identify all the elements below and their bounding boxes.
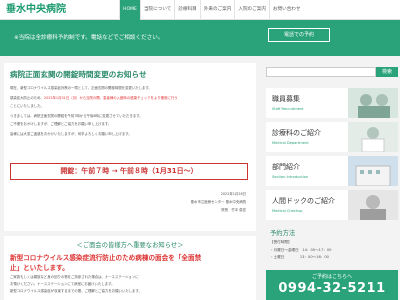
phone-reservation-button[interactable]: 電話での予約 <box>268 28 330 42</box>
nav-contact[interactable]: お問い合わせ <box>268 0 304 20</box>
notice-line: 感染拡大防止のため、2022年1月31日（月）から当院の開、患者様の入館時の健康… <box>10 96 178 100</box>
banner-text: ※当院は全診療科予約制です。電話などでご相談ください。 <box>14 35 164 41</box>
card-title: 診療科のご紹介 <box>272 129 321 137</box>
notice-title: 病院正面玄関の開錠時間変更のお知らせ <box>10 70 147 79</box>
reservation-line: ・土曜日 13：00～16：00 <box>270 255 329 259</box>
phone-number: 0994-32-5211 <box>278 281 386 296</box>
notice-date: 2022年1月28日 <box>220 192 246 196</box>
checkup-photo-icon <box>348 190 398 220</box>
visitor-headline: 新型コロナウイルス感染症流行防止のため病棟の面会を「全面禁 <box>10 254 202 262</box>
sidebar-card-departments[interactable]: 診療科のご紹介 Medical Department <box>266 122 398 152</box>
nav-outpatient[interactable]: 外来のご案内 <box>199 0 235 20</box>
visitor-headline-2: 止」といたします。 <box>10 264 69 272</box>
nav-inpatient[interactable]: 入院のご案内 <box>234 0 269 20</box>
site-logo[interactable]: 垂水中央病院 <box>6 3 66 17</box>
card-subtitle: Section Introduction <box>272 175 309 179</box>
sidebar-card-checkup[interactable]: 人間ドックのご紹介 Medical Checkup <box>266 190 398 220</box>
visitor-notice-title: ＜ご面会の皆様方へ重要なお知らせ＞ <box>76 242 184 249</box>
card-subtitle: Medical Checkup <box>272 209 303 213</box>
main-nav: HOME 当院について 診療科目 外来のご案内 入院のご案内 お問い合わせ <box>119 0 304 20</box>
reservation-line: ・月曜日～金曜日 14：00～17：00 <box>270 248 332 252</box>
card-subtitle: Staff Recruitment <box>272 107 304 111</box>
building-photo-icon <box>348 156 398 186</box>
reservation-title: 予約方法 <box>270 230 296 237</box>
notice-signature: 院長 竹中 俊宏 <box>221 208 246 212</box>
visitor-line: 新型コロナウイルス感染症が収束するまでの間、ご理解とご協力をお願いいたします。 <box>10 289 142 293</box>
staff-photo-icon <box>348 88 398 118</box>
notice-line: ご不便をおかけしますが、ご理解とご協力をお願い申し上げます。 <box>10 122 112 126</box>
notice-line: つきましては、病院正面玄関の開錠を午前7時から午後8時に変更させていただきます。 <box>10 114 143 118</box>
nav-about[interactable]: 当院について <box>139 0 174 20</box>
reservation-banner: ※当院は全診療科予約制です。電話などでご相談ください。 電話での予約 <box>0 20 400 56</box>
search-button[interactable]: 検索 <box>376 67 398 77</box>
phone-label: ご予約はこちらへ <box>311 274 352 280</box>
visitor-line: お預けください。ナースステーションにて病室にお届けいたします。 <box>10 282 115 286</box>
card-title: 職員募集 <box>272 95 300 103</box>
card-title: 人間ドックのご紹介 <box>272 197 335 205</box>
search-input[interactable] <box>266 67 376 77</box>
notice-panel: 病院正面玄関の開錠時間変更のお知らせ 現在、新型コロナウイルス感染症対策の一環と… <box>4 63 256 231</box>
notice-line: ことにいたしました。 <box>10 104 44 108</box>
notice-line: 現在、新型コロナウイルス感染症対策の一環として、正面玄関の開錠時間を変更いたしま… <box>10 86 152 90</box>
nav-home[interactable]: HOME <box>119 0 140 20</box>
card-subtitle: Medical Department <box>272 141 309 145</box>
opening-time-highlight: 開錠：午前７時 → 午前８時（1月31日～） <box>10 163 248 180</box>
sidebar-card-sections[interactable]: 部門紹介 Section Introduction <box>266 156 398 186</box>
doctors-photo-icon <box>348 122 398 152</box>
notice-org: 垂水市立医療センター 垂水中央病院 <box>190 200 246 204</box>
notice-line: 皆様には大変ご迷惑をおかけいたしますが、何卒よろしくお願い申し上げます。 <box>10 132 132 136</box>
card-title: 部門紹介 <box>272 163 300 171</box>
nav-departments[interactable]: 診療科目 <box>174 0 199 20</box>
reservation-line: 【受付時間】 <box>270 240 292 244</box>
visitor-notice-panel: ＜ご面会の皆様方へ重要なお知らせ＞ 新型コロナウイルス感染症流行防止のため病棟の… <box>4 236 256 300</box>
visitor-line: ご家族もしくは親族など身の回りの物をご持参された場合は、ナースステーションに <box>10 275 139 279</box>
sidebar-card-recruitment[interactable]: 職員募集 Staff Recruitment <box>266 88 398 118</box>
header: 垂水中央病院 HOME 当院について 診療科目 外来のご案内 入院のご案内 お問… <box>0 0 400 20</box>
phone-reservation-box[interactable]: ご予約はこちらへ 0994-32-5211 <box>266 270 398 300</box>
